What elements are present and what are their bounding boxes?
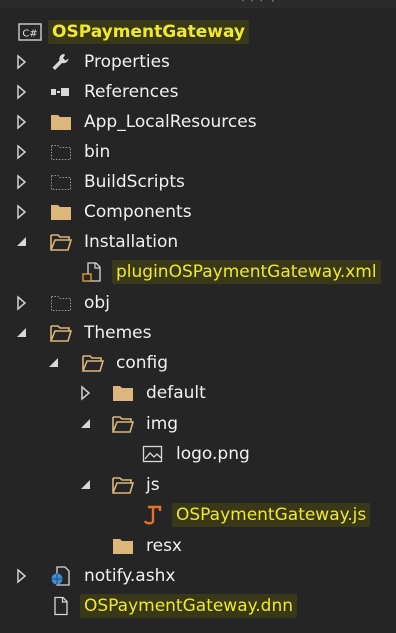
tree-item-notify-ashx[interactable]: notify.ashx [0,561,396,591]
tree-item-label: OSPaymentGateway.js [172,503,371,527]
tree-item-js[interactable]: js [0,470,396,500]
top-row-fragment: '' / / / ( [230,0,275,4]
tree-item-label: notify.ashx [84,566,176,586]
expanded-arrow-icon[interactable] [14,324,30,342]
tree-item-label: Components [84,202,192,222]
tree-item-label: App_LocalResources [84,112,257,132]
tree-item-properties[interactable]: Properties [0,47,396,77]
tree-item-logo-png[interactable]: logo.png [0,439,396,469]
project-label: OSPaymentGateway [48,20,250,44]
tree-item-references[interactable]: References [0,77,396,107]
collapsed-arrow-icon[interactable] [14,143,30,161]
solution-explorer: '' / / / ( C# OSPaymentGateway Propertie… [0,0,396,633]
expanded-arrow-icon[interactable] [14,233,30,251]
dotted-folder-icon [50,172,72,192]
tree-item-label: References [84,82,179,102]
references-icon [50,82,72,102]
tree-item-resx[interactable]: resx [0,531,396,561]
open-folder-icon [112,414,135,434]
open-folder-icon [112,475,135,495]
csharp-project-icon: C# [18,22,42,42]
folder-icon [112,383,134,403]
tree-item-installation[interactable]: Installation [0,227,396,257]
image-file-icon [142,444,164,464]
tree-item-plugin-xml[interactable]: pluginOSPaymentGateway.xml [0,257,396,287]
tree-item-obj[interactable]: obj [0,288,396,318]
collapsed-arrow-icon[interactable] [14,203,30,221]
open-folder-icon [82,353,105,373]
tree-item-ospaymentgateway-js[interactable]: OSPaymentGateway.js [0,500,396,530]
open-folder-icon [50,323,73,343]
collapsed-arrow-icon[interactable] [14,53,30,71]
file-icon [50,596,72,616]
tree-item-label: js [146,475,160,495]
expanded-arrow-icon[interactable] [78,415,94,433]
tree-item-label: logo.png [176,444,250,464]
tree-item-components[interactable]: Components [0,197,396,227]
tree-item-label: img [146,414,179,434]
expanded-arrow-icon[interactable] [78,476,94,494]
tree-item-img[interactable]: img [0,409,396,439]
tree-item-label: BuildScripts [84,172,185,192]
collapsed-arrow-icon[interactable] [14,83,30,101]
xml-file-icon [82,262,104,282]
tree-item-label: resx [146,536,182,556]
tree-item-project[interactable]: C# OSPaymentGateway [0,17,396,47]
dotted-folder-icon [50,142,72,162]
tree-item-label: Installation [84,232,179,252]
tree-item-label: Properties [84,52,170,72]
svg-text:C#: C# [22,29,37,40]
tree-item-themes[interactable]: Themes [0,318,396,348]
wrench-icon [50,52,72,72]
collapsed-arrow-icon[interactable] [14,113,30,131]
tree-item-default[interactable]: default [0,378,396,408]
open-folder-icon [50,232,73,252]
js-file-icon [142,505,164,525]
dotted-folder-icon [50,293,72,313]
tree-item-ospaymentgateway-dnn[interactable]: OSPaymentGateway.dnn [0,591,396,621]
scrolled-top-row: '' / / / ( [0,0,396,8]
tree-item-buildscripts[interactable]: BuildScripts [0,167,396,197]
tree-item-app-localresources[interactable]: App_LocalResources [0,107,396,137]
tree-item-label: OSPaymentGateway.dnn [80,594,298,618]
folder-icon [50,112,72,132]
tree-item-config[interactable]: config [0,348,396,378]
collapsed-arrow-icon[interactable] [78,384,94,402]
collapsed-arrow-icon[interactable] [14,173,30,191]
tree-item-label: Themes [84,323,152,343]
tree-item-label: bin [84,142,111,162]
folder-icon [50,202,72,222]
collapsed-arrow-icon[interactable] [14,294,30,312]
tree-item-bin[interactable]: bin [0,137,396,167]
tree-item-label: obj [84,293,110,313]
tree-item-label: pluginOSPaymentGateway.xml [112,260,381,284]
expanded-arrow-icon[interactable] [46,354,62,372]
ashx-file-icon [50,566,72,586]
tree-item-label: default [146,383,206,403]
folder-icon [112,536,134,556]
tree-item-label: config [116,353,169,373]
collapsed-arrow-icon[interactable] [14,567,30,585]
